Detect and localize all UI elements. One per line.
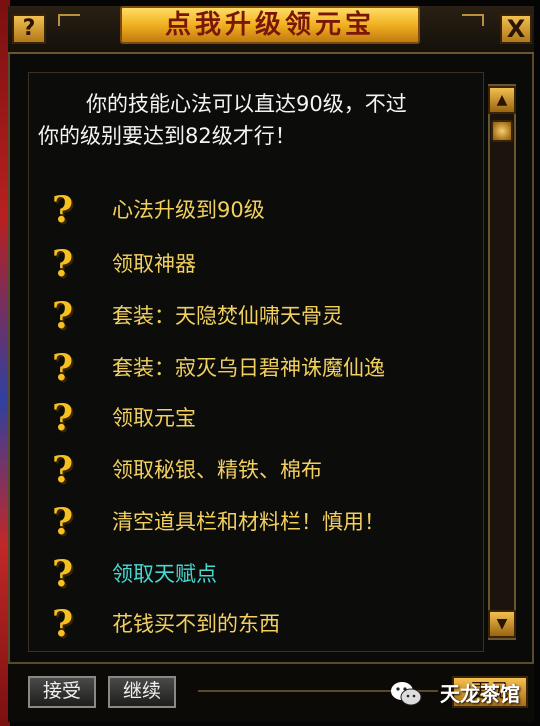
option-item[interactable]: ? 套装：寂灭乌日碧神诛魔仙逸 bbox=[52, 348, 472, 388]
option-item[interactable]: ? 领取秘银、精铁、棉布 bbox=[52, 450, 472, 490]
option-label: 领取元宝 bbox=[112, 406, 196, 430]
option-label: 心法升级到90级 bbox=[112, 198, 265, 222]
option-label: 套装：寂灭乌日碧神诛魔仙逸 bbox=[112, 356, 385, 380]
option-label: 领取天赋点 bbox=[112, 562, 217, 586]
scroll-up-button[interactable]: ▲ bbox=[488, 86, 516, 114]
help-button[interactable]: ? bbox=[12, 14, 46, 44]
option-item[interactable]: ? 花钱买不到的东西 bbox=[52, 604, 472, 644]
npc-intro-text: 你的技能心法可以直达90级，不过 你的级别要达到82级才行！ bbox=[38, 88, 478, 152]
option-item[interactable]: ? 领取神器 bbox=[52, 244, 472, 284]
option-label: 清空道具栏和材料栏！慎用！ bbox=[112, 510, 385, 534]
wechat-icon bbox=[391, 682, 422, 706]
continue-button[interactable]: 继续 bbox=[108, 676, 176, 708]
scroll-down-button[interactable]: ▼ bbox=[488, 610, 516, 638]
question-mark-icon: ? bbox=[52, 501, 74, 543]
question-mark-icon: ? bbox=[52, 189, 74, 231]
question-mark-icon: ? bbox=[52, 449, 74, 491]
chevron-down-icon: ▼ bbox=[496, 616, 508, 632]
option-label: 领取神器 bbox=[112, 252, 196, 276]
option-item[interactable]: ? 套装：天隐焚仙啸天骨灵 bbox=[52, 296, 472, 336]
option-label: 套装：天隐焚仙啸天骨灵 bbox=[112, 304, 343, 328]
option-label: 花钱买不到的东西 bbox=[112, 612, 280, 636]
question-mark-icon: ? bbox=[52, 397, 74, 439]
chevron-up-icon: ▲ bbox=[496, 92, 508, 108]
title-ornament-left bbox=[58, 14, 80, 26]
question-mark-icon: ? bbox=[52, 243, 74, 285]
option-item[interactable]: ? 清空道具栏和材料栏！慎用！ bbox=[52, 502, 472, 542]
intro-line-2: 你的级别要达到82级才行！ bbox=[38, 124, 296, 148]
option-item[interactable]: ? 领取元宝 bbox=[52, 398, 472, 438]
accept-button[interactable]: 接受 bbox=[28, 676, 96, 708]
close-button[interactable]: X bbox=[500, 14, 532, 44]
question-mark-icon: ? bbox=[52, 553, 74, 595]
dialog-title: 点我升级领元宝 bbox=[120, 6, 420, 44]
scrollbar-thumb[interactable] bbox=[491, 120, 513, 142]
scrollbar-track[interactable] bbox=[488, 84, 516, 640]
watermark-text: 天龙茶馆 bbox=[440, 682, 520, 706]
option-item[interactable]: ? 心法升级到90级 bbox=[52, 190, 472, 230]
title-ornament-right bbox=[462, 14, 484, 26]
question-mark-icon: ? bbox=[52, 603, 74, 645]
question-mark-icon: ? bbox=[52, 295, 74, 337]
option-item[interactable]: ? 领取天赋点 bbox=[52, 554, 472, 594]
question-mark-icon: ? bbox=[52, 347, 74, 389]
option-label: 领取秘银、精铁、棉布 bbox=[112, 458, 322, 482]
intro-line-1: 你的技能心法可以直达90级，不过 bbox=[86, 92, 407, 116]
